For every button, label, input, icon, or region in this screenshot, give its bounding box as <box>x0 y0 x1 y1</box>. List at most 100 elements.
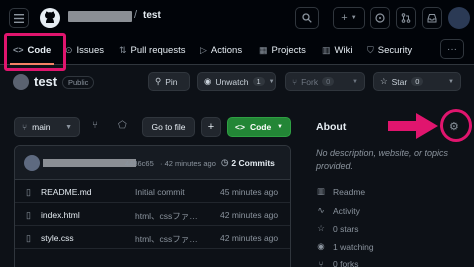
commit-sha[interactable]: 4486c65 <box>125 159 154 168</box>
pull-requests-shortcut-button[interactable] <box>396 7 416 29</box>
commit-message[interactable]: html、cssファ… <box>135 210 198 222</box>
table-icon: ▦ <box>259 44 268 55</box>
gear-annotation-circle <box>440 109 472 142</box>
about-item-label: Activity <box>333 205 360 216</box>
repo-breadcrumb[interactable]: test <box>143 10 161 21</box>
commits-link[interactable]: ◷ 2 Commits <box>221 157 275 168</box>
about-heading: About <box>316 121 347 133</box>
branches-icon[interactable]: ⑂ <box>92 120 98 131</box>
pulse-icon: ∿ <box>317 205 325 215</box>
committer-avatar[interactable] <box>24 155 40 171</box>
table-row[interactable]: ▯ README.md Initial commit 45 minutes ag… <box>15 181 290 203</box>
about-item-readme[interactable]: ▥ Readme <box>316 186 365 197</box>
code-button-label: Code <box>249 122 272 132</box>
file-name[interactable]: index.html <box>41 210 80 220</box>
about-item-watching[interactable]: ◉ 1 watching <box>316 241 374 252</box>
chevron-down-icon[interactable]: ▼ <box>352 79 358 85</box>
about-item-label: 0 stars <box>333 223 359 234</box>
user-avatar[interactable] <box>448 7 470 29</box>
branch-icon: ⑂ <box>22 122 28 132</box>
go-to-file-button[interactable]: Go to file <box>142 117 195 137</box>
book-icon: ▥ <box>322 44 331 55</box>
tab-security[interactable]: ⛉ Security <box>367 40 412 60</box>
commit-time: 42 minutes ago <box>220 233 279 243</box>
tag-icon[interactable]: ⬠ <box>118 120 127 131</box>
hamburger-icon <box>14 13 24 23</box>
committer-name-redacted[interactable] <box>43 159 136 167</box>
menu-button[interactable] <box>9 8 29 28</box>
owner-name-redacted[interactable] <box>68 11 132 22</box>
issues-shortcut-button[interactable] <box>370 7 390 29</box>
search-button[interactable] <box>295 7 319 29</box>
chevron-down-icon: ▼ <box>65 123 72 131</box>
table-row[interactable]: ▯ index.html html、cssファ… 42 minutes ago <box>15 204 290 226</box>
fork-button[interactable]: ⑂ Fork 0 ▼ <box>285 72 365 91</box>
about-item-stars[interactable]: ☆ 0 stars <box>316 223 359 234</box>
inbox-icon <box>427 14 437 23</box>
eye-icon: ◉ <box>317 241 325 251</box>
commit-time: 45 minutes ago <box>220 187 279 197</box>
commit-message[interactable]: Initial commit <box>135 187 185 197</box>
star-button[interactable]: ☆ Star 0 ▼ <box>373 72 461 91</box>
file-name[interactable]: style.css <box>41 233 74 243</box>
add-file-button[interactable]: + <box>201 117 221 137</box>
inbox-button[interactable] <box>422 7 442 29</box>
owner-avatar[interactable] <box>13 74 29 90</box>
pull-request-icon: ⇅ <box>119 44 127 55</box>
tab-label: Pull requests <box>130 44 186 56</box>
latest-commit-row: 4486c65 · 42 minutes ago ◷ 2 Commits <box>15 146 290 180</box>
chevron-down-icon[interactable]: ▼ <box>269 79 275 85</box>
table-row[interactable]: ▯ style.css html、cssファ… 42 minutes ago <box>15 227 290 249</box>
branch-selector[interactable]: ⑂ main ▼ <box>14 117 80 137</box>
create-new-button[interactable]: + ▼ <box>333 7 365 29</box>
github-logo-icon[interactable] <box>40 8 60 28</box>
chevron-down-icon[interactable]: ▼ <box>448 79 454 85</box>
pin-label: Pin <box>165 76 178 87</box>
star-label: Star <box>391 76 408 87</box>
shield-icon: ⛉ <box>367 44 374 55</box>
book-icon: ▥ <box>316 186 326 196</box>
tab-label: Security <box>377 44 413 56</box>
pin-icon: ⚲ <box>155 76 162 86</box>
more-tabs-button[interactable]: ··· <box>440 39 464 59</box>
chevron-down-icon: ▼ <box>277 124 283 130</box>
fork-count: 0 <box>322 77 335 86</box>
file-name[interactable]: README.md <box>41 187 92 197</box>
issue-icon <box>375 13 385 23</box>
tab-label: Actions <box>210 44 243 56</box>
code-tab-annotation-box <box>4 33 66 71</box>
about-item-label: 1 watching <box>333 241 374 252</box>
file-icon: ▯ <box>26 233 31 243</box>
tab-pull-requests[interactable]: ⇅ Pull requests <box>119 40 185 60</box>
commit-time: · 42 minutes ago <box>160 159 216 168</box>
tab-wiki[interactable]: ▥ Wiki <box>322 40 352 60</box>
pin-button[interactable]: ⚲ Pin <box>148 72 190 91</box>
star-icon: ☆ <box>380 76 388 86</box>
file-icon: ▯ <box>26 187 31 197</box>
unwatch-button[interactable]: ◉ Unwatch 1 ▼ <box>197 72 276 91</box>
code-icon: <> <box>235 122 245 132</box>
commit-message[interactable]: html、cssファ… <box>135 233 198 245</box>
visibility-badge: Public <box>62 76 95 89</box>
code-dropdown-button[interactable]: <> Code ▼ <box>227 117 291 137</box>
branch-name: main <box>32 122 51 132</box>
repo-title[interactable]: test <box>34 74 57 89</box>
about-item-label: 0 forks <box>333 259 359 267</box>
commit-time: 42 minutes ago <box>220 210 279 220</box>
tab-actions[interactable]: ▷ Actions <box>200 40 242 60</box>
watch-count: 1 <box>252 77 265 86</box>
search-icon <box>302 13 312 23</box>
tab-label: Wiki <box>334 44 353 56</box>
fork-icon: ⑂ <box>292 76 298 87</box>
about-item-forks[interactable]: ⑂ 0 forks <box>316 259 359 267</box>
watch-label: Unwatch <box>215 76 249 87</box>
top-header: / test + ▼ <box>0 0 474 35</box>
tab-issues[interactable]: ⊙ Issues <box>65 40 104 60</box>
about-item-activity[interactable]: ∿ Activity <box>316 205 360 216</box>
path-separator: / <box>134 9 138 21</box>
about-item-label: Readme <box>333 186 366 197</box>
arrow-annotation-icon <box>388 113 438 139</box>
tab-projects[interactable]: ▦ Projects <box>259 40 306 60</box>
star-count: 0 <box>411 77 424 86</box>
tab-label: Issues <box>76 44 105 56</box>
